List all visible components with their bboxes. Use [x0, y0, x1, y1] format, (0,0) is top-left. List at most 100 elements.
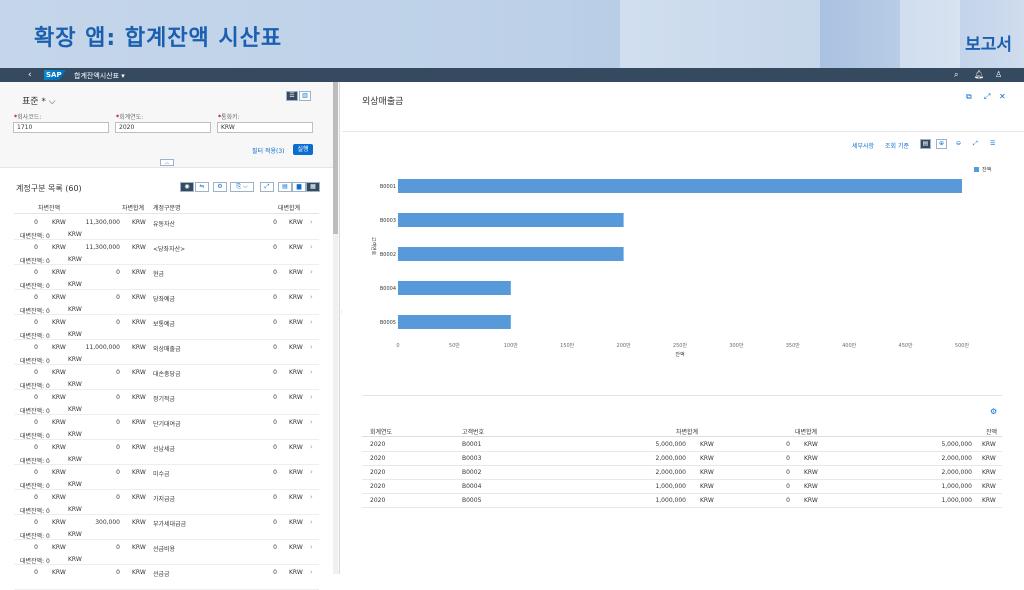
- table-row[interactable]: 2020 B0002 2,000,000 KRW 0 KRW 2,000,000 KRW: [362, 466, 1002, 480]
- navigate-arrow-icon[interactable]: ›: [310, 493, 313, 501]
- table-view-icon[interactable]: ▤: [278, 182, 292, 192]
- table-row[interactable]: 2020 B0005 1,000,000 KRW 0 KRW 1,000,000 KRW: [362, 494, 1002, 508]
- app-title-menu[interactable]: 합계잔액시산표 ▾: [74, 71, 125, 81]
- navigate-arrow-icon[interactable]: ›: [310, 468, 313, 476]
- close-icon[interactable]: ✕: [999, 92, 1006, 101]
- details-button[interactable]: 세부사항: [852, 141, 874, 150]
- debit-total: 0: [116, 544, 120, 551]
- col-debit-total[interactable]: 차변합계: [122, 203, 144, 212]
- go-button[interactable]: 실행: [293, 144, 313, 155]
- fullscreen-chart-icon[interactable]: ⤢: [973, 140, 978, 148]
- legend-toggle-icon[interactable]: ▤: [920, 139, 931, 149]
- col-account-class[interactable]: 계정구분명: [153, 203, 181, 212]
- list-item[interactable]: 0 KRW 0 KRW 대손충당금 0 KRW 대변잔액: 0 KRW ›: [14, 365, 319, 390]
- user-icon[interactable]: ♙: [995, 70, 1002, 79]
- sap-logo[interactable]: SAP: [44, 70, 66, 80]
- list-item[interactable]: 0 KRW 0 KRW 선급금 0 KRW ›: [14, 565, 319, 590]
- collapse-header-button[interactable]: ︿: [160, 159, 174, 166]
- chart-toggle-icon[interactable]: ▥: [299, 91, 311, 101]
- list-item[interactable]: 0 KRW 11,300,000 KRW <당좌자산> 0 KRW 대변잔액: 0 KRW ›: [14, 240, 319, 265]
- credit-total: 0: [273, 319, 277, 326]
- navigate-arrow-icon[interactable]: ›: [310, 293, 313, 301]
- export-menu-icon[interactable]: ⎘ ⌵: [230, 182, 254, 192]
- navigate-arrow-icon[interactable]: ›: [310, 243, 313, 251]
- navigate-arrow-icon[interactable]: ›: [310, 393, 313, 401]
- fiscal-year-input[interactable]: 2020: [115, 122, 211, 133]
- list-item[interactable]: 0 KRW 0 KRW 보통예금 0 KRW 대변잔액: 0 KRW ›: [14, 315, 319, 340]
- table-row[interactable]: 2020 B0001 5,000,000 KRW 0 KRW 5,000,000 KRW: [362, 438, 1002, 452]
- navigate-arrow-icon[interactable]: ›: [310, 218, 313, 226]
- col-debit-balance[interactable]: 차변잔액: [38, 203, 60, 212]
- company-code-input[interactable]: 1710: [13, 122, 109, 133]
- th-balance[interactable]: 잔액: [986, 427, 997, 436]
- balance-currency: KRW: [982, 455, 996, 462]
- y-axis-label: 고객번호: [370, 237, 377, 256]
- bar[interactable]: [398, 247, 624, 261]
- list-item[interactable]: 0 KRW 0 KRW 당좌예금 0 KRW 대변잔액: 0 KRW ›: [14, 290, 319, 315]
- bar[interactable]: [398, 213, 624, 227]
- debit-total: 0: [116, 369, 120, 376]
- th-credit-total[interactable]: 대변합계: [795, 427, 817, 436]
- navigate-arrow-icon[interactable]: ›: [310, 368, 313, 376]
- bell-icon[interactable]: 🔔︎: [974, 70, 984, 79]
- list-item[interactable]: 0 KRW 0 KRW 선급비용 0 KRW 대변잔액: 0 KRW ›: [14, 540, 319, 565]
- credit-balance: 대변잔액: 0: [20, 333, 50, 340]
- credit-total-currency: KRW: [289, 369, 303, 376]
- chart-type-icon[interactable]: ☰: [990, 140, 995, 147]
- list-item[interactable]: 0 KRW 300,000 KRW 부가세대급금 0 KRW 대변잔액: 0 KRW ›: [14, 515, 319, 540]
- list-item[interactable]: 0 KRW 0 KRW 가지급금 0 KRW 대변잔액: 0 KRW ›: [14, 490, 319, 515]
- back-icon[interactable]: ‹: [28, 70, 32, 80]
- bar[interactable]: [398, 281, 511, 295]
- bar[interactable]: [398, 315, 511, 329]
- debit-total-currency: KRW: [132, 244, 146, 251]
- filters-applied-link[interactable]: 필터 적용(3): [252, 146, 285, 155]
- list-item[interactable]: 0 KRW 0 KRW 현금 0 KRW 대변잔액: 0 KRW ›: [14, 265, 319, 290]
- col-credit-total[interactable]: 대변합계: [278, 203, 300, 212]
- navigate-arrow-icon[interactable]: ›: [310, 568, 313, 576]
- debit-total-currency: KRW: [132, 469, 146, 476]
- grid-view-icon[interactable]: ▦: [306, 182, 320, 192]
- navigate-arrow-icon[interactable]: ›: [310, 443, 313, 451]
- eye-icon[interactable]: ◉: [180, 182, 194, 192]
- th-customer[interactable]: 고객번호: [462, 427, 484, 436]
- navigate-arrow-icon[interactable]: ›: [310, 343, 313, 351]
- table-row[interactable]: 2020 B0003 2,000,000 KRW 0 KRW 2,000,000 KRW: [362, 452, 1002, 466]
- zoom-out-icon[interactable]: ⊖: [956, 140, 961, 147]
- compact-filter-icon[interactable]: ☰: [286, 91, 298, 101]
- th-debit-total[interactable]: 차변합계: [676, 427, 698, 436]
- navigate-arrow-icon[interactable]: ›: [310, 318, 313, 326]
- credit-balance: 대변잔액: 0: [20, 233, 50, 240]
- navigate-arrow-icon[interactable]: ›: [310, 418, 313, 426]
- list-item[interactable]: 0 KRW 0 KRW 미수금 0 KRW 대변잔액: 0 KRW ›: [14, 465, 319, 490]
- legend-label: 잔액: [982, 167, 992, 173]
- list-item[interactable]: 0 KRW 0 KRW 단기대여금 0 KRW 대변잔액: 0 KRW ›: [14, 415, 319, 440]
- list-item[interactable]: 0 KRW 11,300,000 KRW 유동자산 0 KRW 대변잔액: 0 KRW ›: [14, 215, 319, 240]
- credit-total: 0: [786, 455, 790, 462]
- filter-icon[interactable]: ⇋: [195, 182, 209, 192]
- table-settings-icon[interactable]: ⚙: [990, 407, 997, 416]
- navigate-arrow-icon[interactable]: ›: [310, 268, 313, 276]
- navigate-arrow-icon[interactable]: ›: [310, 518, 313, 526]
- chart-view-icon[interactable]: ▆: [292, 182, 306, 192]
- table-row[interactable]: 2020 B0004 1,000,000 KRW 0 KRW 1,000,000 KRW: [362, 480, 1002, 494]
- debit-balance: 0: [34, 269, 38, 276]
- list-item[interactable]: 0 KRW 0 KRW 정기적금 0 KRW 대변잔액: 0 KRW ›: [14, 390, 319, 415]
- expand-icon[interactable]: ⤢: [984, 92, 990, 102]
- debit-balance: 0: [34, 469, 38, 476]
- open-external-icon[interactable]: ⧉: [966, 92, 972, 102]
- fullscreen-icon[interactable]: ⤢: [260, 182, 274, 192]
- settings-icon[interactable]: ⚙: [213, 182, 227, 192]
- list-scrollbar-thumb[interactable]: [333, 82, 338, 234]
- debit-balance: 0: [34, 394, 38, 401]
- credit-total: 0: [273, 569, 277, 576]
- zoom-in-icon[interactable]: ⊕: [936, 139, 947, 149]
- navigate-arrow-icon[interactable]: ›: [310, 543, 313, 551]
- search-icon[interactable]: ⌕: [954, 70, 958, 80]
- view-by-button[interactable]: 조회 기준: [885, 141, 909, 150]
- list-item[interactable]: 0 KRW 0 KRW 선납세금 0 KRW 대변잔액: 0 KRW ›: [14, 440, 319, 465]
- variant-selector[interactable]: 표준 * ⌵: [22, 94, 56, 107]
- currency-input[interactable]: KRW: [217, 122, 313, 133]
- th-fiscal-year[interactable]: 회계연도: [370, 427, 392, 436]
- bar[interactable]: [398, 179, 962, 193]
- list-item[interactable]: 0 KRW 11,000,000 KRW 외상매출금 0 KRW 대변잔액: 0 KRW ›: [14, 340, 319, 365]
